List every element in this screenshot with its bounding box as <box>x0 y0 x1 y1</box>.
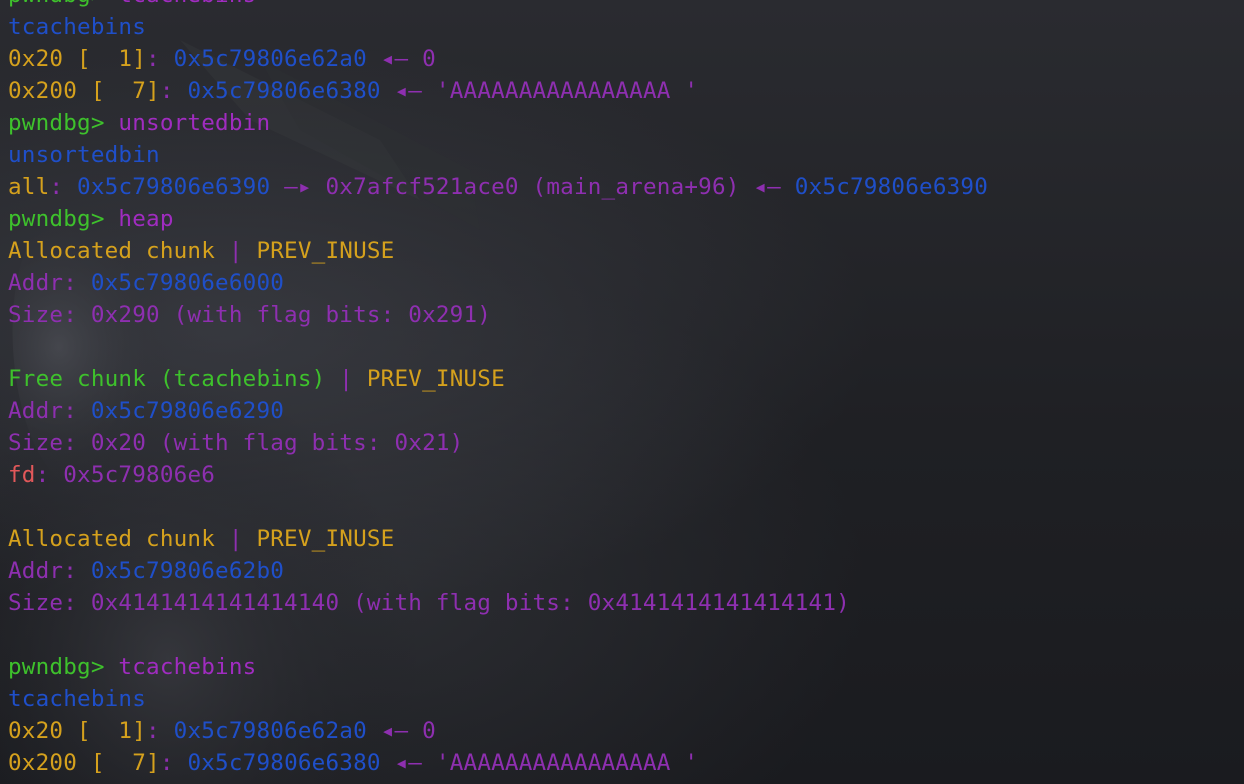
terminal-text-segment: : 0x5c79806e6 <box>35 462 216 488</box>
terminal-line: pwndbg> tcachebins <box>8 0 988 11</box>
terminal-line: 0x200 [ 7]: 0x5c79806e6380 ◂— 'AAAAAAAAA… <box>8 75 988 107</box>
terminal-text-segment: Allocated chunk <box>8 238 229 264</box>
terminal-text-segment: 0x20 [ 1] <box>8 718 147 744</box>
terminal-line: all: 0x5c79806e6390 —▸ 0x7afcf521ace0 (m… <box>8 171 988 203</box>
terminal-text-segment: heap <box>118 206 174 232</box>
terminal-text-segment: : <box>159 750 188 776</box>
terminal-text-segment: unsortedbin <box>118 110 271 136</box>
terminal-text-segment: 0x200 [ 7] <box>8 78 160 104</box>
terminal-line: unsortedbin <box>8 139 988 171</box>
terminal-text-segment: | <box>339 366 367 392</box>
terminal-text-segment: 0x5c79806e6000 <box>90 270 285 296</box>
terminal-text-segment: 0x5c79806e6380 <box>187 78 381 104</box>
terminal-line: Size: 0x290 (with flag bits: 0x291) <box>8 299 988 331</box>
terminal-text-segment: tcachebins <box>118 654 257 680</box>
terminal-text-segment: tcachebins <box>118 0 256 8</box>
terminal-text-segment: unsortedbin <box>8 142 160 168</box>
terminal-text-segment: : <box>146 718 174 744</box>
terminal-text-segment: 'AAAAAAAAAAAAAAAA ' <box>435 78 699 104</box>
terminal-text-segment: : <box>49 174 78 200</box>
terminal-line: pwndbg> unsortedbin <box>8 107 988 139</box>
terminal-text-segment: PREV_INUSE <box>366 366 505 392</box>
terminal-text-segment: 0 <box>422 718 436 744</box>
terminal-line: Addr: 0x5c79806e62b0 <box>8 555 988 587</box>
terminal-line: 0x240 [ 1]: 0x5c79806e6 <box>8 779 988 784</box>
terminal-text-segment: PREV_INUSE <box>256 526 395 552</box>
terminal-text-segment: 0x20 [ 1] <box>8 46 147 72</box>
terminal-text-segment: 0x5c79806e62a0 <box>173 718 367 744</box>
terminal-line: 0x200 [ 7]: 0x5c79806e6380 ◂— 'AAAAAAAAA… <box>8 747 988 779</box>
terminal-line: Size: 0x20 (with flag bits: 0x21) <box>8 427 988 459</box>
terminal-text-segment: 0x5c79806e6380 <box>187 750 381 776</box>
terminal-text-segment: Addr: <box>8 398 91 424</box>
terminal-line: Allocated chunk | PREV_INUSE <box>8 235 988 267</box>
terminal-text-segment: 0 <box>422 46 436 72</box>
terminal-text-segment: 0x5c79806e6290 <box>90 398 285 424</box>
terminal-text-segment: tcachebins <box>8 686 147 712</box>
terminal-text-segment: Addr: <box>8 270 91 296</box>
terminal-text-segment: Size: 0x20 (with flag bits: 0x21) <box>8 430 464 456</box>
terminal-text-segment: | <box>228 526 257 552</box>
terminal-text-segment: ◂— <box>380 750 436 776</box>
terminal-line: pwndbg> heap <box>8 203 988 235</box>
terminal-text-segment: —▸ <box>270 174 326 200</box>
terminal-text-segment: 0x5c79806e62a0 <box>173 46 367 72</box>
terminal-text-segment: ◂— <box>380 78 436 104</box>
terminal-text-segment: : <box>159 78 188 104</box>
terminal-text-segment: 0x5c79806e6390 <box>77 174 271 200</box>
terminal-text-segment: 0x7afcf521ace0 (main_arena+96) <box>325 174 740 200</box>
terminal-text-segment: 0x5c79806e62b0 <box>90 558 285 584</box>
terminal-text-segment: Free chunk (tcachebins) <box>8 366 340 392</box>
terminal-text-segment: pwndbg> <box>8 0 118 8</box>
terminal-text-segment: Addr: <box>8 558 91 584</box>
terminal-text-segment: pwndbg> <box>8 654 119 680</box>
terminal-output[interactable]: pwndbg> tcachebinstcachebins0x20 [ 1]: 0… <box>8 0 988 784</box>
terminal-line: 0x20 [ 1]: 0x5c79806e62a0 ◂— 0 <box>8 715 988 747</box>
terminal-line: 0x20 [ 1]: 0x5c79806e62a0 ◂— 0 <box>8 43 988 75</box>
terminal-text-segment: fd <box>8 462 36 488</box>
terminal-line: tcachebins <box>8 11 988 43</box>
terminal-text-segment: 0x5c79806e6390 <box>794 174 989 200</box>
terminal-text-segment: : <box>146 46 174 72</box>
terminal-line: Allocated chunk | PREV_INUSE <box>8 523 988 555</box>
terminal-text-segment: | <box>228 238 257 264</box>
terminal-text-segment: ◂— <box>739 174 795 200</box>
terminal-text-segment: Allocated chunk <box>8 526 229 552</box>
terminal-window[interactable]: pwndbg> tcachebinstcachebins0x20 [ 1]: 0… <box>0 0 1244 784</box>
terminal-text-segment: Size: 0x290 (with flag bits: 0x291) <box>8 302 492 328</box>
terminal-text-segment: pwndbg> <box>8 206 119 232</box>
terminal-text-segment: Size: 0x4141414141414140 (with flag bits… <box>8 590 850 616</box>
terminal-text-segment: all <box>8 174 50 200</box>
terminal-line: Size: 0x4141414141414140 (with flag bits… <box>8 587 988 619</box>
terminal-line: pwndbg> tcachebins <box>8 651 988 683</box>
terminal-text-segment: tcachebins <box>8 14 147 40</box>
terminal-text-segment: PREV_INUSE <box>256 238 395 264</box>
terminal-text-segment: pwndbg> <box>8 110 119 136</box>
terminal-text-segment: 0x200 [ 7] <box>8 750 160 776</box>
terminal-text-segment: ◂— <box>366 718 423 744</box>
terminal-text-segment: 'AAAAAAAAAAAAAAAA ' <box>435 750 699 776</box>
terminal-text-segment: ◂— <box>366 46 423 72</box>
terminal-line: fd: 0x5c79806e6 <box>8 459 988 491</box>
terminal-line: Addr: 0x5c79806e6290 <box>8 395 988 427</box>
terminal-line: tcachebins <box>8 683 988 715</box>
terminal-line: Addr: 0x5c79806e6000 <box>8 267 988 299</box>
terminal-line: Free chunk (tcachebins) | PREV_INUSE <box>8 363 988 395</box>
